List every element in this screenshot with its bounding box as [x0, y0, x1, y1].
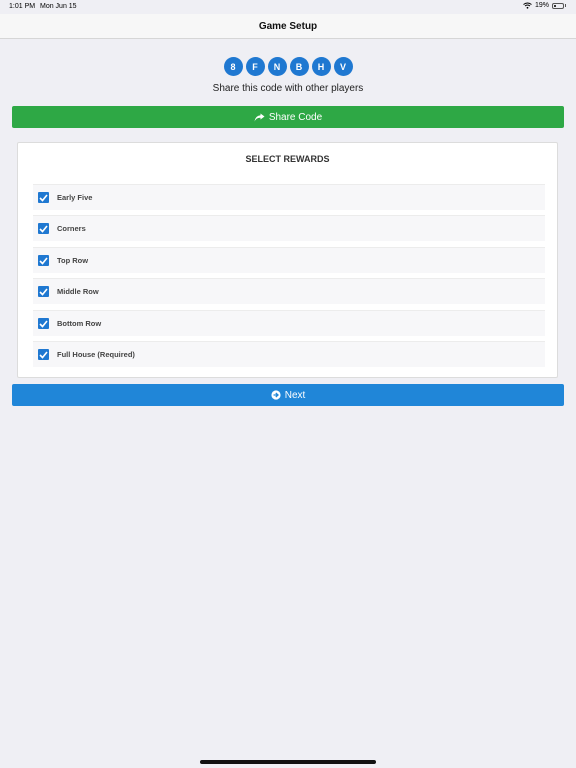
home-indicator [200, 760, 376, 764]
reward-label: Corners [57, 224, 86, 233]
battery-percent: 19% [534, 2, 549, 9]
code-char: H [311, 57, 331, 76]
share-code-button[interactable]: Share Code [12, 106, 564, 128]
battery-icon [552, 2, 566, 9]
rewards-title: SELECT REWARDS [245, 154, 330, 164]
code-char: B [289, 57, 309, 76]
arrow-circle-right-icon [271, 390, 281, 400]
share-instructions: Share this code with other players [212, 83, 364, 94]
nav-bar: Game Setup [0, 14, 576, 39]
code-char: N [267, 57, 287, 76]
checkbox-checked-icon[interactable] [38, 192, 49, 203]
reward-item-middle-row[interactable]: Middle Row [33, 278, 545, 304]
wifi-icon [523, 2, 532, 9]
reward-item-corners[interactable]: Corners [33, 215, 545, 241]
status-date: Mon Jun 15 [40, 3, 77, 10]
rewards-panel: SELECT REWARDS Early Five Corners Top Ro… [17, 142, 558, 378]
reward-label: Full House (Required) [57, 350, 135, 359]
page-title: Game Setup [258, 20, 318, 32]
status-bar: 1:01 PM Mon Jun 15 19% [0, 0, 576, 14]
reward-item-bottom-row[interactable]: Bottom Row [33, 310, 545, 336]
next-label: Next [284, 389, 306, 401]
next-button[interactable]: Next [12, 384, 564, 406]
code-char: F [245, 57, 265, 76]
reward-label: Top Row [57, 256, 89, 265]
checkbox-checked-icon[interactable] [38, 223, 49, 234]
share-code-label: Share Code [268, 111, 323, 123]
code-char: 8 [223, 57, 243, 76]
checkbox-checked-icon[interactable] [38, 286, 49, 297]
checkbox-checked-icon[interactable] [38, 255, 49, 266]
reward-label: Middle Row [57, 287, 99, 296]
reward-label: Bottom Row [57, 319, 102, 328]
game-code: 8 F N B H V [0, 57, 576, 76]
share-icon [254, 113, 265, 122]
checkbox-checked-icon[interactable] [38, 318, 49, 329]
reward-item-full-house[interactable]: Full House (Required) [33, 341, 545, 367]
status-indicators: 19% [523, 2, 566, 9]
reward-label: Early Five [57, 193, 93, 202]
reward-item-top-row[interactable]: Top Row [33, 247, 545, 273]
code-char: V [333, 57, 353, 76]
checkbox-checked-icon[interactable] [38, 349, 49, 360]
reward-item-early-five[interactable]: Early Five [33, 184, 545, 210]
status-time: 1:01 PM [9, 3, 36, 10]
